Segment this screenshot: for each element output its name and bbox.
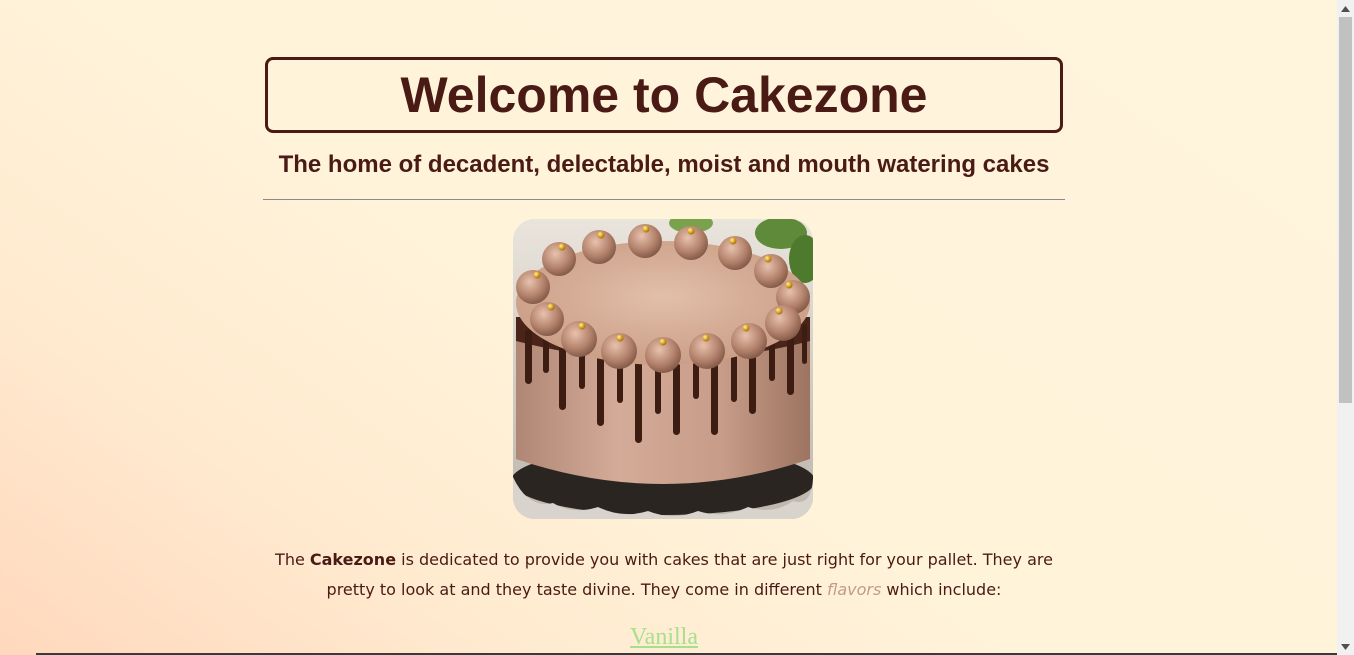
- page-title: Welcome to Cakezone: [400, 67, 928, 123]
- intro-text-1: The: [275, 550, 310, 569]
- brand-name: Cakezone: [309, 550, 397, 569]
- flavors-emphasis: flavors: [826, 580, 882, 599]
- page-subtitle: The home of decadent, delectable, moist …: [278, 151, 1050, 178]
- triangle-up-icon: [1341, 5, 1350, 12]
- flavor-list-item: Vanilla: [263, 622, 1065, 652]
- scroll-up-button[interactable]: [1337, 0, 1354, 17]
- cake-image: [513, 219, 813, 519]
- page: Welcome to Cakezone The home of decadent…: [0, 0, 1337, 655]
- triangle-down-icon: [1341, 643, 1350, 650]
- scroll-down-button[interactable]: [1337, 638, 1354, 655]
- vertical-scrollbar[interactable]: [1337, 0, 1354, 655]
- scroll-thumb[interactable]: [1339, 17, 1352, 403]
- divider: [263, 199, 1065, 200]
- intro-paragraph: The Cakezone is dedicated to provide you…: [263, 545, 1065, 605]
- intro-text-3: which include:: [881, 580, 1002, 599]
- flavor-link-vanilla[interactable]: Vanilla: [630, 624, 698, 650]
- title-box: Welcome to Cakezone: [265, 57, 1063, 133]
